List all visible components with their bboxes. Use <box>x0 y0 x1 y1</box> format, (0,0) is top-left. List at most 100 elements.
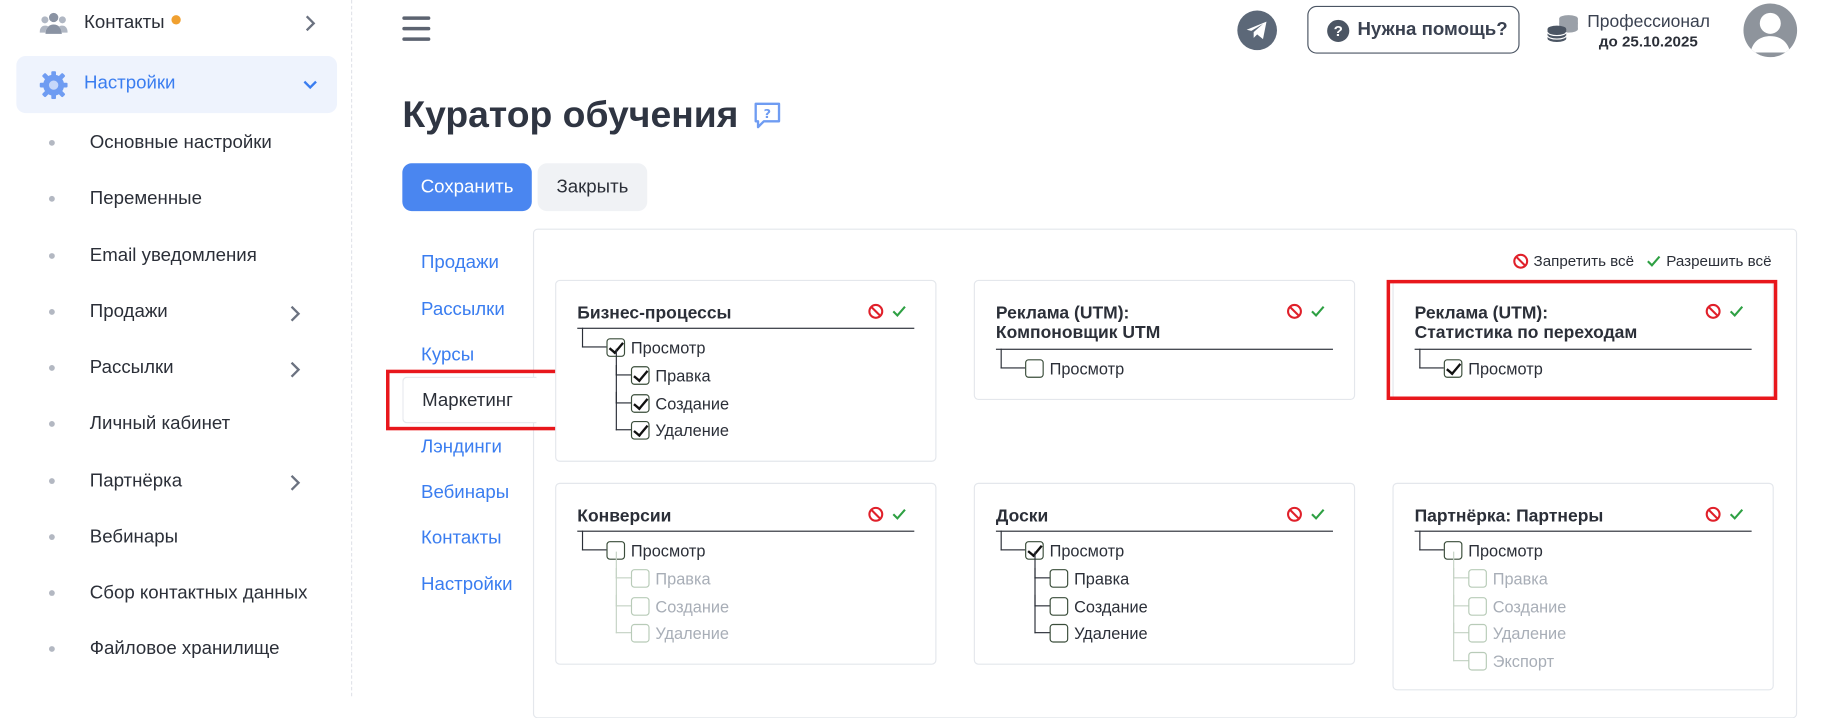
sidebar-subitem-label: Переменные <box>89 188 202 209</box>
bullet-icon <box>48 646 55 652</box>
tree-line <box>615 391 633 431</box>
permission-label: Экспорт <box>1492 651 1555 670</box>
permission-checkbox <box>1468 651 1487 670</box>
permission-card: Бизнес-процессы Просмотр Правка Создание Уда… <box>555 279 937 462</box>
sidebar-item-contacts[interactable]: Контакты <box>16 0 337 47</box>
sidebar-subitem[interactable]: Email уведомления <box>0 239 350 274</box>
divider <box>995 530 1333 532</box>
deny-icon <box>1287 303 1302 319</box>
permission-label: Правка <box>1492 569 1548 588</box>
bullet-icon <box>48 139 55 146</box>
deny-icon <box>868 303 884 319</box>
sidebar-subitem[interactable]: Продажи <box>0 295 350 330</box>
sidebar-subitem[interactable]: Основные настройки <box>0 126 350 161</box>
tab-item[interactable]: Настройки <box>421 575 512 596</box>
highlight-frame <box>386 369 570 431</box>
permission-card: Доски Просмотр Правка Создание Удаление <box>973 482 1356 665</box>
card-actions <box>868 506 908 528</box>
bullet-icon <box>48 420 55 427</box>
sidebar-subitem-label: Партнёрка <box>89 471 183 491</box>
card-title: Партнёрка: Партнеры <box>1414 506 1604 526</box>
card-actions <box>1705 506 1745 528</box>
deny-all-button[interactable]: Запретить всё <box>1513 252 1634 269</box>
permission-checkbox[interactable] <box>630 366 650 385</box>
permission-checkbox <box>630 596 650 616</box>
page-title: Куратор обучения <box>402 93 739 136</box>
tree-line <box>581 530 607 551</box>
allow-card-button[interactable] <box>1310 507 1326 527</box>
tree-line <box>1419 530 1444 551</box>
deny-card-button[interactable] <box>1286 506 1309 527</box>
sidebar-item-settings[interactable]: Настройки <box>16 55 338 114</box>
card-title: Доски <box>995 506 1049 526</box>
permission-checkbox[interactable] <box>1049 596 1069 616</box>
permission-label: Правка <box>1074 569 1130 588</box>
sidebar-subitem[interactable]: Файловое хранилище <box>0 632 350 667</box>
chevron-down-icon <box>302 76 318 97</box>
permission-checkbox[interactable] <box>1049 569 1069 588</box>
deny-card-button[interactable] <box>868 506 891 527</box>
tab-item[interactable]: Контакты <box>421 528 502 549</box>
menu-icon[interactable] <box>402 16 431 42</box>
tab-item[interactable]: Вебинары <box>421 483 509 504</box>
permission-checkbox[interactable] <box>1049 623 1069 643</box>
divider <box>995 348 1333 350</box>
sidebar-subitem[interactable]: Переменные <box>0 182 350 217</box>
permission-card: Конверсии Просмотр Правка Создание Удаление <box>555 482 937 665</box>
allow-card-button[interactable] <box>891 507 907 527</box>
permission-checkbox <box>1468 596 1487 616</box>
allow-card-button[interactable] <box>891 304 907 324</box>
chevron-right-icon <box>304 14 316 38</box>
deny-card-button[interactable] <box>868 303 891 324</box>
deny-card-button[interactable] <box>1705 506 1728 527</box>
chevron-right-icon <box>289 360 301 384</box>
save-button[interactable]: Сохранить <box>402 163 532 212</box>
sidebar-subitem-label: Рассылки <box>89 358 174 378</box>
tree-line <box>615 594 633 634</box>
tab-item[interactable]: Продажи <box>421 253 499 274</box>
tab-item[interactable]: Рассылки <box>421 300 505 321</box>
permission-label: Просмотр <box>1049 541 1125 560</box>
divider <box>1414 530 1752 532</box>
permission-label: Удаление <box>1492 623 1567 643</box>
tree-line <box>581 327 607 348</box>
help-chat-icon[interactable]: ? <box>753 101 781 135</box>
allow-card-button[interactable] <box>1728 507 1744 527</box>
allow-all-button[interactable]: Разрешить всё <box>1645 252 1772 269</box>
sidebar-subitem-label: Основные настройки <box>89 132 272 153</box>
avatar[interactable] <box>1743 3 1798 58</box>
deny-icon <box>1513 253 1529 269</box>
permission-label: Удаление <box>655 420 729 440</box>
tree-line <box>1453 622 1470 661</box>
check-icon <box>1646 255 1661 267</box>
allow-card-button[interactable] <box>1310 304 1326 324</box>
card-title: Бизнес-процессы <box>577 303 732 324</box>
plan-name: Профессионал <box>1587 11 1710 32</box>
help-button-label: Нужна помощь? <box>1357 19 1508 40</box>
permission-checkbox <box>630 623 650 643</box>
sidebar-subitem[interactable]: Сбор контактных данных <box>0 576 350 611</box>
permission-label: Создание <box>655 393 730 413</box>
sidebar-subitem-label: Файловое хранилище <box>89 639 280 659</box>
sidebar-subitem[interactable]: Партнёрка <box>0 464 350 499</box>
view-checkbox[interactable] <box>1025 359 1044 378</box>
sidebar-subitem[interactable]: Вебинары <box>0 520 350 555</box>
highlight-frame <box>1386 279 1778 401</box>
deny-card-button[interactable] <box>1286 303 1309 324</box>
permission-label: Правка <box>655 366 711 385</box>
permission-checkbox[interactable] <box>630 420 650 440</box>
tab-item[interactable]: Лэндинги <box>421 437 502 458</box>
sidebar-subitem[interactable]: Личный кабинет <box>0 407 350 442</box>
deny-icon <box>868 506 884 522</box>
tab-item[interactable]: Курсы <box>421 345 474 366</box>
divider <box>577 530 915 532</box>
divider <box>577 327 915 329</box>
close-button[interactable]: Закрыть <box>537 163 648 212</box>
permission-label: Просмотр <box>630 541 706 560</box>
gear-icon <box>39 71 68 105</box>
help-button[interactable]: ? Нужна помощь? <box>1307 5 1520 54</box>
permission-label: Создание <box>1074 596 1148 616</box>
permission-checkbox[interactable] <box>630 393 650 413</box>
sidebar-subitem[interactable]: Рассылки <box>0 351 350 386</box>
telegram-icon[interactable] <box>1237 10 1277 51</box>
